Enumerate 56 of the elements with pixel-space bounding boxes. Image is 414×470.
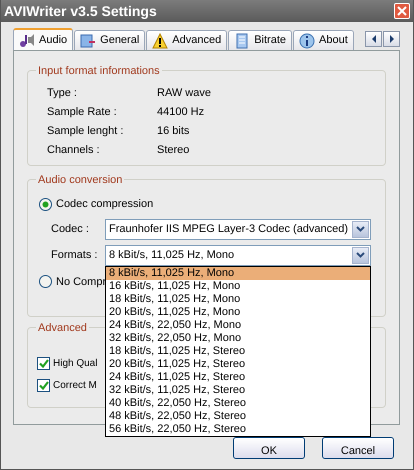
radio-label: Codec compression: [56, 197, 154, 212]
window-icon: [80, 32, 96, 48]
dialog-button[interactable]: Cancel: [322, 437, 394, 459]
check-icon: [38, 358, 48, 368]
check-icon: [38, 380, 48, 390]
dropdown-option[interactable]: 24 kBit/s, 11,025 Hz, Stereo: [106, 370, 370, 384]
dropdown[interactable]: Fraunhofer IIS MPEG Layer-3 Codec (advanced): [105, 218, 371, 240]
field-label: Formats :: [51, 248, 98, 263]
field-label: Sample lenght :: [47, 124, 124, 139]
radio-button[interactable]: [39, 198, 52, 211]
dropdown-option[interactable]: 8 kBit/s, 11,025 Hz, Mono: [106, 266, 370, 280]
radio-dot-icon: [42, 200, 49, 208]
field-label: Type :: [47, 86, 78, 101]
radio-button[interactable]: [39, 275, 52, 288]
info-icon: [299, 32, 316, 48]
tab[interactable]: About: [293, 30, 354, 50]
document-icon: [234, 32, 250, 48]
dropdown-option[interactable]: 56 kBit/s, 22,050 Hz, Stereo: [106, 422, 370, 436]
warning-icon: [152, 32, 168, 48]
tab[interactable]: Advanced: [146, 30, 228, 50]
close-icon[interactable]: [394, 3, 410, 19]
arrow-left-icon: [370, 34, 378, 44]
checkbox-label: High Qual: [53, 356, 98, 370]
radio-label: No Compr: [56, 274, 106, 290]
tab[interactable]: Audio: [13, 28, 74, 50]
group-title: Input format informations: [36, 63, 162, 80]
dropdown-option[interactable]: 48 kBit/s, 22,050 Hz, Stereo: [106, 410, 370, 422]
dropdown-value: 8 kBit/s, 11,025 Hz, Mono: [109, 248, 234, 263]
dropdown-option[interactable]: 40 kBit/s, 22,050 Hz, Stereo: [106, 396, 370, 410]
window-title: AVIWriter v3.5 Settings: [4, 2, 157, 21]
arrow-right-icon: [388, 34, 396, 44]
checkbox[interactable]: [37, 378, 50, 392]
dropdown-option[interactable]: 20 kBit/s, 11,025 Hz, Stereo: [106, 358, 370, 370]
field-value: Stereo: [157, 143, 190, 158]
checkbox[interactable]: [37, 356, 50, 370]
dropdown-option[interactable]: 32 kBit/s, 22,050 Hz, Mono: [106, 332, 370, 344]
checkbox-label: Correct M: [53, 378, 97, 392]
field-value: 44100 Hz: [157, 105, 204, 120]
field-label: Codec :: [51, 222, 90, 237]
field-value: 16 bits: [157, 124, 190, 139]
speaker-icon: [19, 32, 35, 48]
scroll-right-button[interactable]: [383, 31, 400, 47]
dialog-button[interactable]: OK: [233, 437, 305, 459]
dropdown-option[interactable]: 16 kBit/s, 11,025 Hz, Mono: [106, 280, 370, 292]
tab[interactable]: General: [74, 30, 146, 50]
field-label: Sample Rate :: [47, 105, 118, 120]
dropdown-option[interactable]: 24 kBit/s, 22,050 Hz, Mono: [106, 318, 370, 332]
dropdown-option[interactable]: 18 kBit/s, 11,025 Hz, Mono: [106, 292, 370, 306]
tab[interactable]: Bitrate: [228, 30, 292, 50]
dropdown-option[interactable]: 18 kBit/s, 11,025 Hz, Stereo: [106, 344, 370, 358]
dropdown-option[interactable]: 20 kBit/s, 11,025 Hz, Mono: [106, 306, 370, 318]
dropdown-option[interactable]: 32 kBit/s, 11,025 Hz, Stereo: [106, 384, 370, 396]
scroll-left-button[interactable]: [365, 31, 382, 47]
field-value: RAW wave: [157, 86, 211, 101]
dropdown-value: Fraunhofer IIS MPEG Layer-3 Codec (advanced): [109, 222, 348, 237]
field-label: Channels :: [47, 143, 101, 158]
